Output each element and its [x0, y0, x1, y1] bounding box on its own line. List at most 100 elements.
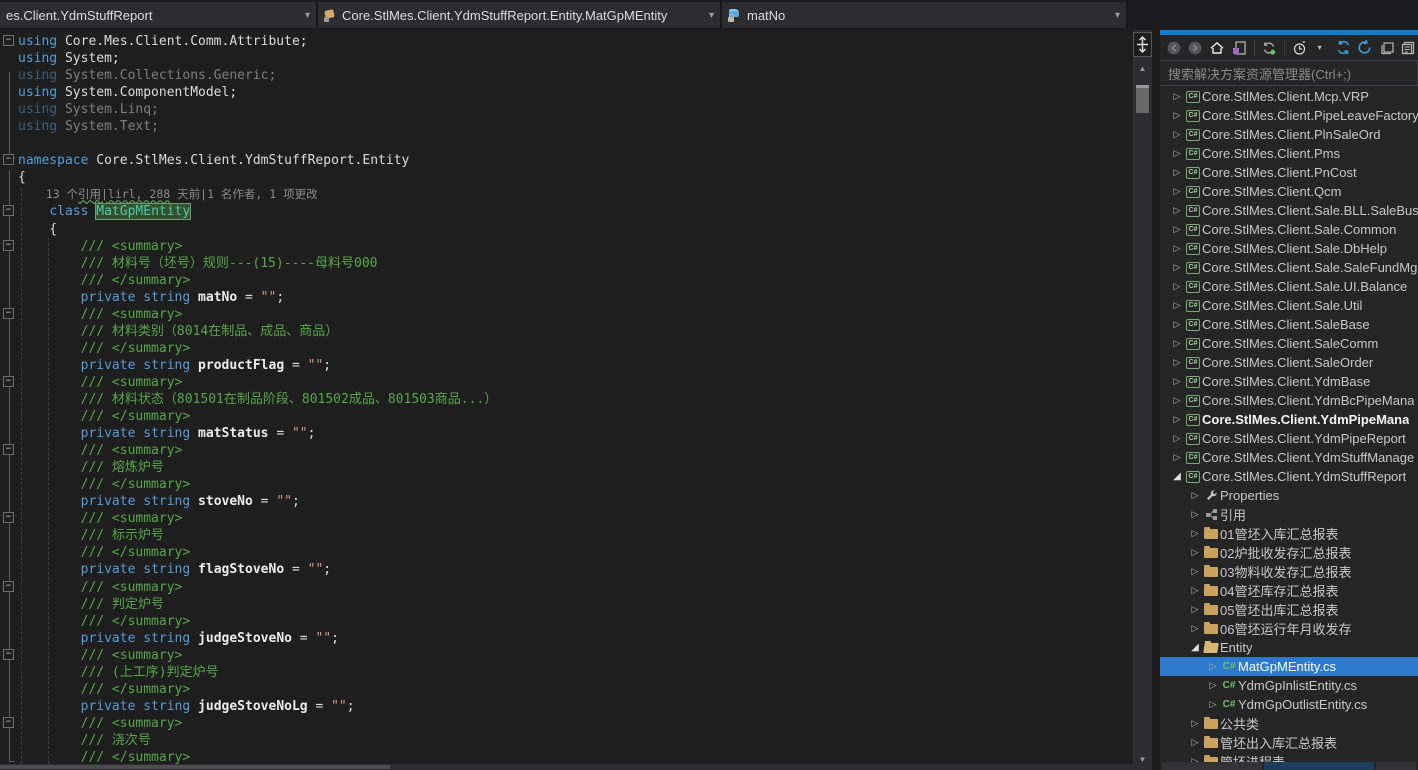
search-input[interactable]: 搜索解决方案资源管理器(Ctrl+;): [1160, 61, 1418, 85]
collapsed-arrow-icon[interactable]: ▷: [1170, 205, 1184, 216]
collapsed-arrow-icon[interactable]: ▷: [1170, 91, 1184, 102]
expanded-arrow-icon[interactable]: ◢: [1170, 471, 1184, 482]
collapsed-arrow-icon[interactable]: ▷: [1188, 490, 1202, 501]
vertical-scrollbar-thumb[interactable]: [1136, 85, 1149, 113]
scroll-up-arrow[interactable]: ▲: [1133, 64, 1152, 73]
code-line[interactable]: −namespace Core.StlMes.Client.YdmStuffRe…: [0, 152, 1133, 169]
fold-collapse-icon[interactable]: −: [3, 308, 14, 319]
horizontal-scrollbar-thumb[interactable]: [0, 765, 390, 769]
fold-collapse-icon[interactable]: −: [3, 376, 14, 387]
code-line[interactable]: [0, 135, 1133, 152]
code-line[interactable]: /// (上工序)判定炉号: [0, 664, 1133, 681]
bottom-tab[interactable]: [1162, 762, 1262, 770]
type-dropdown[interactable]: Core.StlMes.Client.YdmStuffReport.Entity…: [318, 2, 722, 28]
code-line[interactable]: using System.Collections.Generic;: [0, 67, 1133, 84]
code-line[interactable]: private string judgeStoveNo = "";: [0, 630, 1133, 647]
fold-collapse-icon[interactable]: −: [3, 444, 14, 455]
collapsed-arrow-icon[interactable]: ▷: [1170, 338, 1184, 349]
code-line[interactable]: /// 标示炉号: [0, 527, 1133, 544]
code-line[interactable]: − /// <summary>: [0, 374, 1133, 391]
member-dropdown[interactable]: matNo ▾: [722, 2, 1128, 28]
code-line[interactable]: − /// <summary>: [0, 715, 1133, 732]
tree-item[interactable]: ▷02炉批收发存汇总报表: [1160, 543, 1418, 562]
fold-collapse-icon[interactable]: −: [3, 35, 14, 46]
collapsed-arrow-icon[interactable]: ▷: [1188, 623, 1202, 634]
code-line[interactable]: − /// <summary>: [0, 306, 1133, 323]
collapsed-arrow-icon[interactable]: ▷: [1206, 680, 1220, 691]
tree-item-project[interactable]: ▷C#Core.StlMes.Client.YdmStuffManage: [1160, 448, 1418, 467]
switch-views-icon[interactable]: [1229, 38, 1249, 58]
bottom-tab[interactable]: [1264, 762, 1374, 770]
tree-item-project[interactable]: ▷C#Core.StlMes.Client.PnCost: [1160, 163, 1418, 182]
tree-item-project[interactable]: ▷C#Core.StlMes.Client.Sale.SaleFundMg: [1160, 258, 1418, 277]
tree-item[interactable]: ▷Properties: [1160, 486, 1418, 505]
collapsed-arrow-icon[interactable]: ▷: [1188, 604, 1202, 615]
code-line[interactable]: − /// <summary>: [0, 647, 1133, 664]
tree-item[interactable]: ▷01管坯入库汇总报表: [1160, 524, 1418, 543]
code-line[interactable]: /// 判定炉号: [0, 596, 1133, 613]
collapsed-arrow-icon[interactable]: ▷: [1188, 718, 1202, 729]
code-line[interactable]: using System.Linq;: [0, 101, 1133, 118]
tree-item[interactable]: ▷管坯出入库汇总报表: [1160, 733, 1418, 752]
code-line[interactable]: /// 材料类别（8014在制品、成品、商品）: [0, 323, 1133, 340]
code-line[interactable]: /// 浇次号: [0, 732, 1133, 749]
scroll-down-arrow[interactable]: ▼: [1133, 755, 1152, 764]
home-icon[interactable]: [1207, 38, 1227, 58]
tree-item-project[interactable]: ▷C#Core.StlMes.Client.PlnSaleOrd: [1160, 125, 1418, 144]
tree-item-project[interactable]: ▷C#Core.StlMes.Client.PipeLeaveFactory: [1160, 106, 1418, 125]
tree-item[interactable]: ▷06管坯运行年月收发存: [1160, 619, 1418, 638]
tree-item-project[interactable]: ▷C#Core.StlMes.Client.YdmBcPipeMana: [1160, 391, 1418, 410]
tree-item-project[interactable]: ▷C#Core.StlMes.Client.Sale.UI.Balance: [1160, 277, 1418, 296]
tree-item-project[interactable]: ▷C#Core.StlMes.Client.Sale.DbHelp: [1160, 239, 1418, 258]
collapsed-arrow-icon[interactable]: ▷: [1170, 167, 1184, 178]
vertical-scrollbar[interactable]: ▲ ▼: [1133, 30, 1152, 770]
collapse-all-icon[interactable]: [1377, 38, 1397, 58]
collapsed-arrow-icon[interactable]: ▷: [1170, 395, 1184, 406]
code-line[interactable]: private string productFlag = "";: [0, 357, 1133, 374]
code-line[interactable]: {: [0, 221, 1133, 238]
collapsed-arrow-icon[interactable]: ▷: [1170, 300, 1184, 311]
code-line[interactable]: − class MatGpMEntity: [0, 203, 1133, 220]
forward-icon[interactable]: [1186, 38, 1206, 58]
tree-item[interactable]: ▷04管坯库存汇总报表: [1160, 581, 1418, 600]
code-line[interactable]: private string matStatus = "";: [0, 425, 1133, 442]
tree-item[interactable]: ▷05管坯出库汇总报表: [1160, 600, 1418, 619]
show-all-files-icon[interactable]: [1398, 38, 1418, 58]
code-line[interactable]: /// </summary>: [0, 613, 1133, 630]
code-line[interactable]: private string stoveNo = "";: [0, 493, 1133, 510]
code-line[interactable]: − /// <summary>: [0, 579, 1133, 596]
tree-item-project[interactable]: ▷C#Core.StlMes.Client.Qcm: [1160, 182, 1418, 201]
fold-collapse-icon[interactable]: −: [3, 154, 14, 165]
collapsed-arrow-icon[interactable]: ▷: [1170, 452, 1184, 463]
collapsed-arrow-icon[interactable]: ▷: [1170, 433, 1184, 444]
sync-active-document-icon[interactable]: [1260, 38, 1280, 58]
collapsed-arrow-icon[interactable]: ▷: [1170, 243, 1184, 254]
expanded-arrow-icon[interactable]: ◢: [1188, 642, 1202, 653]
fold-collapse-icon[interactable]: −: [3, 649, 14, 660]
collapsed-arrow-icon[interactable]: ▷: [1188, 509, 1202, 520]
tree-item[interactable]: ◢Entity: [1160, 638, 1418, 657]
tree-item[interactable]: ▷03物料收发存汇总报表: [1160, 562, 1418, 581]
tree-item[interactable]: ▷引用: [1160, 505, 1418, 524]
tree-item-project[interactable]: ▷C#Core.StlMes.Client.YdmPipeMana: [1160, 410, 1418, 429]
code-line[interactable]: /// 材料状态（801501在制品阶段、801502成品、801503商品..…: [0, 391, 1133, 408]
project-dropdown[interactable]: es.Client.YdmStuffReport ▾: [0, 2, 318, 28]
collapsed-arrow-icon[interactable]: ▷: [1170, 357, 1184, 368]
panel-splitter[interactable]: [1152, 30, 1160, 770]
code-line[interactable]: /// </summary>: [0, 476, 1133, 493]
code-line[interactable]: private string matNo = "";: [0, 289, 1133, 306]
tree-item-file[interactable]: ▷C#YdmGpInlistEntity.cs: [1160, 676, 1418, 695]
fold-collapse-icon[interactable]: −: [3, 581, 14, 592]
collapsed-arrow-icon[interactable]: ▷: [1188, 547, 1202, 558]
collapsed-arrow-icon[interactable]: ▷: [1206, 661, 1220, 672]
tree-item-project[interactable]: ▷C#Core.StlMes.Client.Sale.Util: [1160, 296, 1418, 315]
code-line[interactable]: /// </summary>: [0, 340, 1133, 357]
collapsed-arrow-icon[interactable]: ▷: [1170, 414, 1184, 425]
pending-changes-filter-icon[interactable]: [1290, 38, 1310, 58]
code-editor[interactable]: −using Core.Mes.Client.Comm.Attribute;us…: [0, 30, 1133, 770]
collapsed-arrow-icon[interactable]: ▷: [1188, 566, 1202, 577]
fold-collapse-icon[interactable]: −: [3, 717, 14, 728]
tree-item-project[interactable]: ▷C#Core.StlMes.Client.YdmBase: [1160, 372, 1418, 391]
code-line[interactable]: private string flagStoveNo = "";: [0, 561, 1133, 578]
collapsed-arrow-icon[interactable]: ▷: [1170, 186, 1184, 197]
